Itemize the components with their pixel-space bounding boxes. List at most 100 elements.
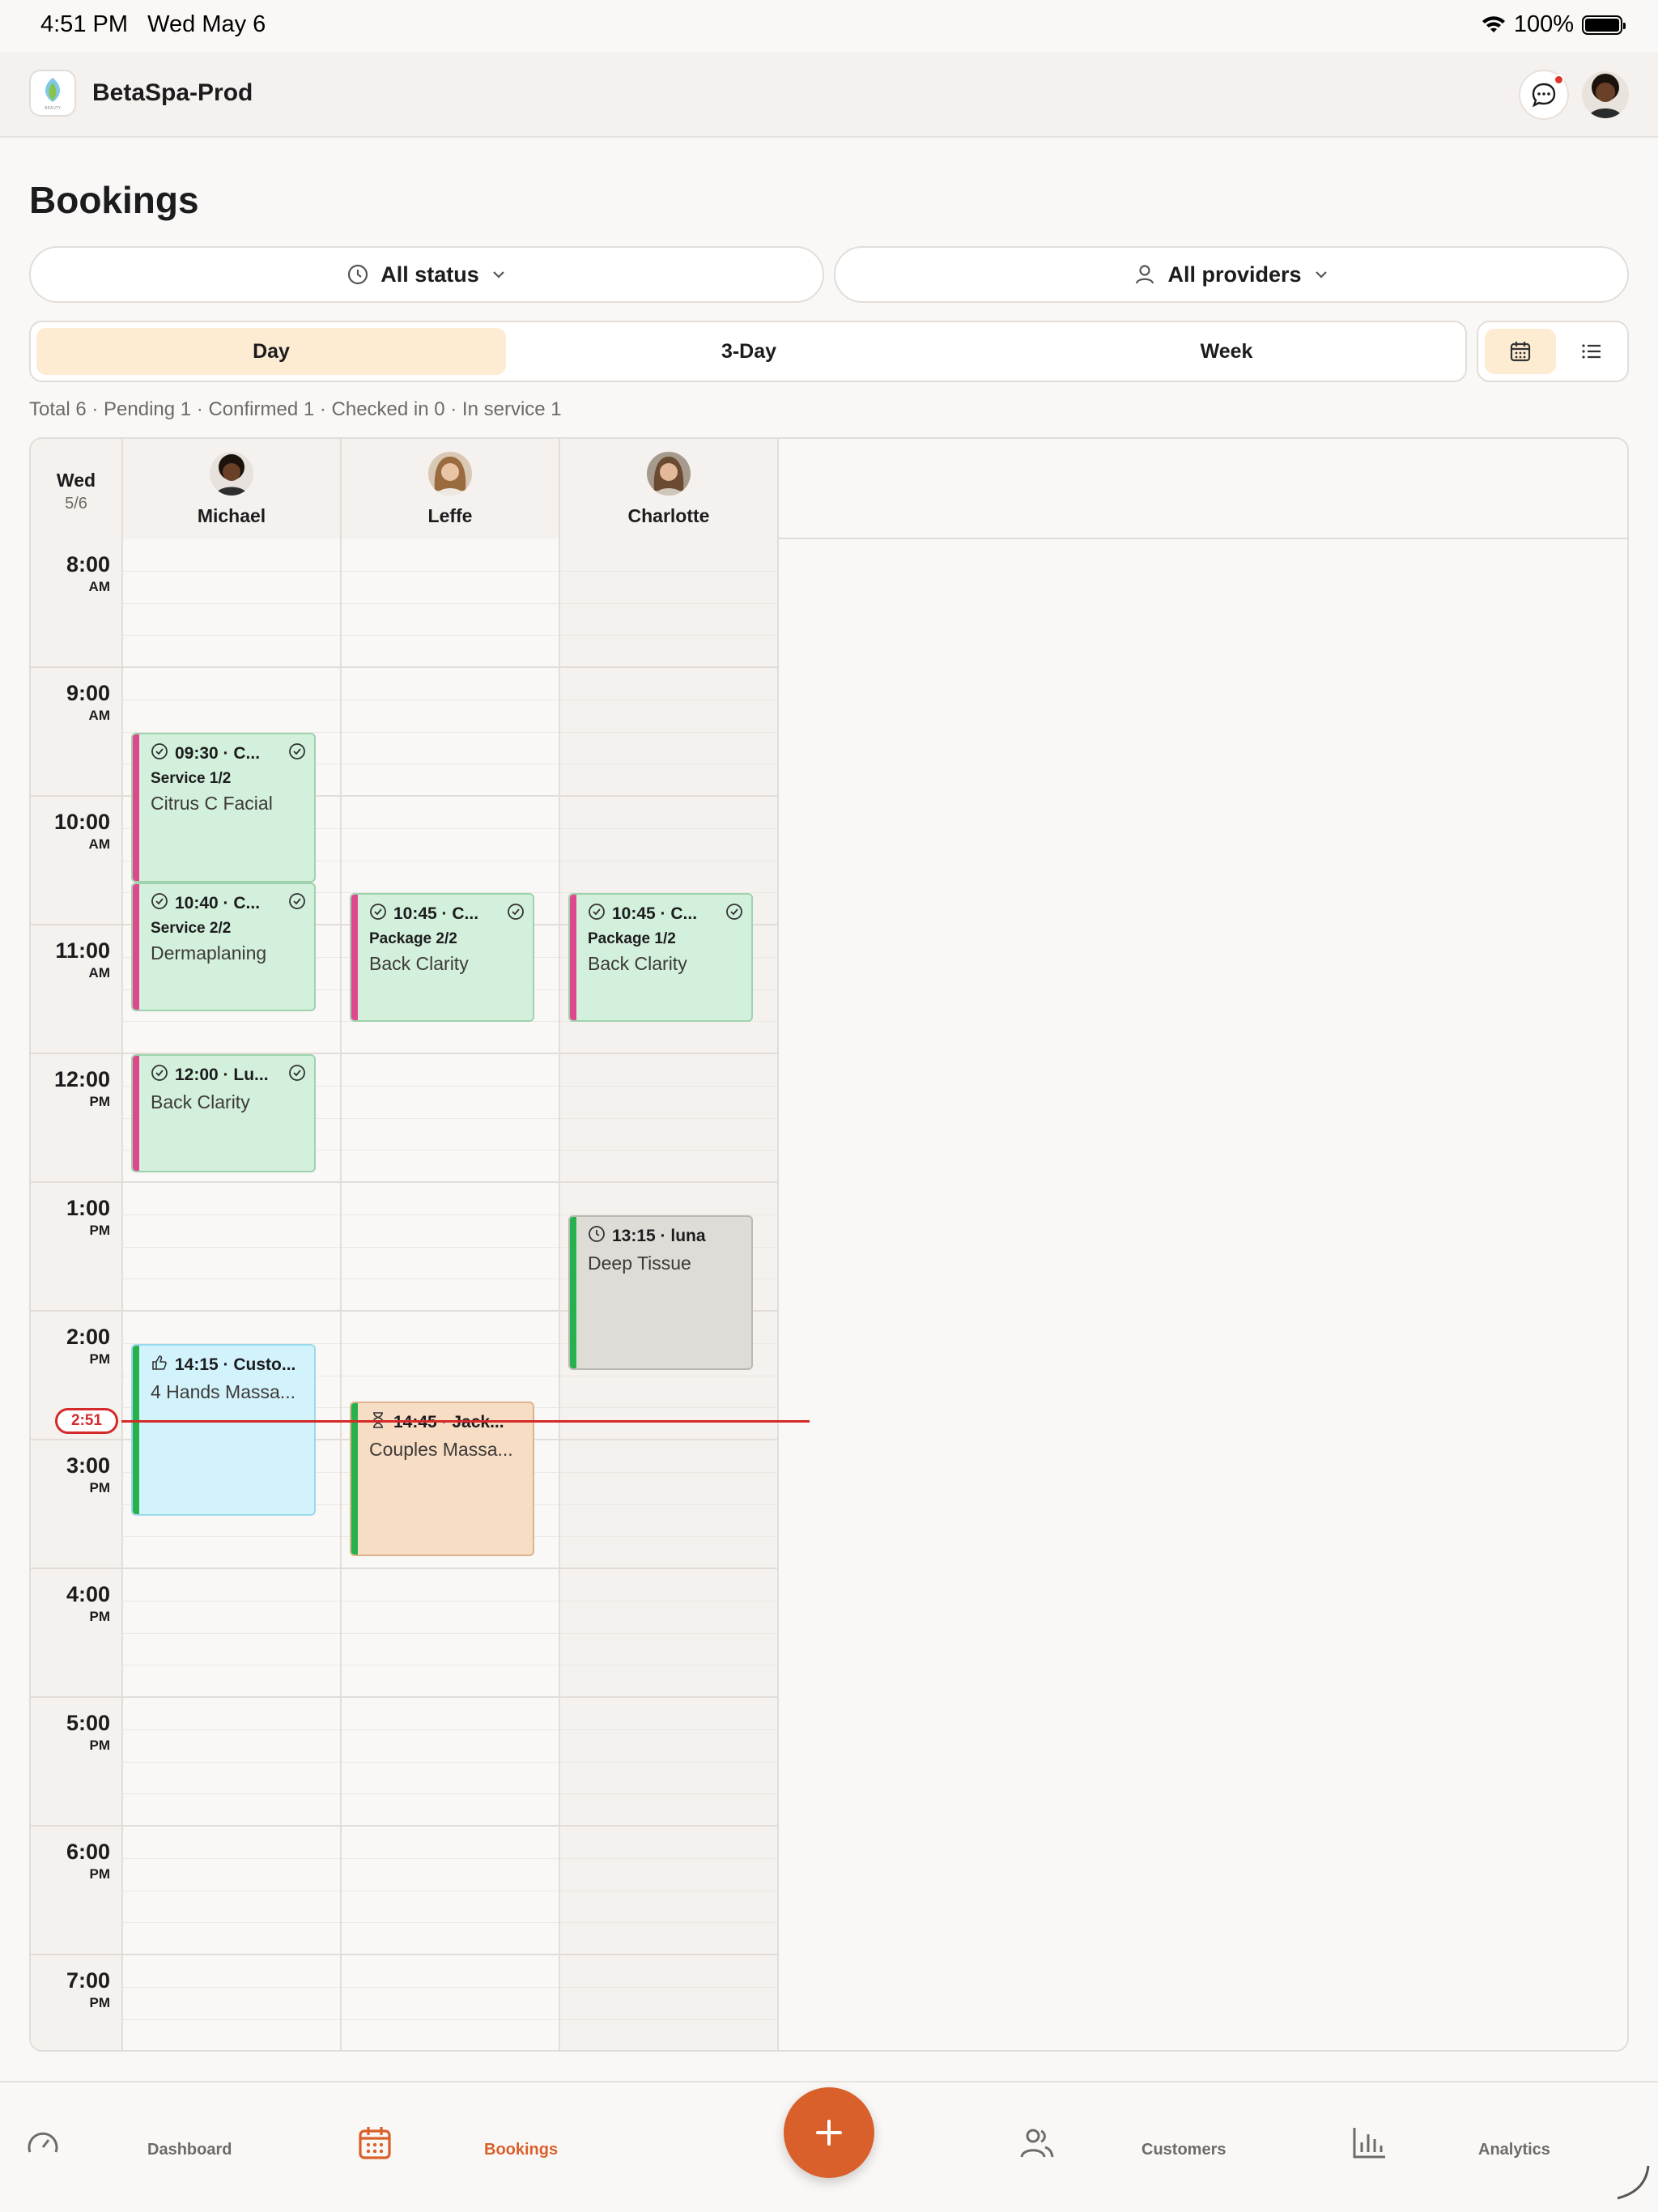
provider-header-michael[interactable]: Michael — [123, 439, 342, 539]
time-slot[interactable] — [342, 1022, 559, 1054]
time-slot[interactable] — [560, 1634, 777, 1666]
time-slot[interactable] — [560, 1988, 777, 2020]
add-booking-button[interactable] — [784, 2087, 874, 2178]
time-slot[interactable] — [342, 1215, 559, 1248]
time-slot[interactable] — [123, 1827, 340, 1859]
time-slot[interactable] — [342, 1087, 559, 1119]
time-slot[interactable] — [123, 604, 340, 636]
time-slot[interactable] — [560, 1183, 777, 1215]
tab-bookings[interactable]: Bookings — [484, 2141, 558, 2159]
time-slot[interactable] — [342, 539, 559, 572]
time-slot[interactable] — [342, 604, 559, 636]
time-slot[interactable] — [342, 797, 559, 829]
users-icon[interactable] — [1017, 2123, 1057, 2163]
tab-analytics[interactable]: Analytics — [1478, 2141, 1550, 2159]
providers-filter[interactable]: All providers — [834, 246, 1629, 303]
time-slot[interactable] — [123, 1312, 340, 1344]
booking-card[interactable]: 14:15 · Custo... 4 Hands Massa... — [131, 1343, 316, 1516]
time-slot[interactable] — [123, 572, 340, 604]
time-slot[interactable] — [560, 1763, 777, 1795]
time-slot[interactable] — [342, 700, 559, 733]
provider-header-charlotte[interactable]: Charlotte — [560, 439, 779, 539]
provider-header-leffe[interactable]: Leffe — [342, 439, 560, 539]
time-slot[interactable] — [342, 2020, 559, 2051]
time-slot[interactable] — [123, 1988, 340, 2020]
time-slot[interactable] — [560, 572, 777, 604]
time-slot[interactable] — [560, 604, 777, 636]
time-slot[interactable] — [560, 1505, 777, 1538]
time-slot[interactable] — [123, 2020, 340, 2051]
time-slot[interactable] — [123, 1763, 340, 1795]
time-slot[interactable] — [123, 1955, 340, 1988]
time-slot[interactable] — [342, 1698, 559, 1730]
user-avatar[interactable] — [1582, 71, 1629, 118]
messages-button[interactable] — [1519, 70, 1569, 120]
time-slot[interactable] — [342, 829, 559, 861]
time-slot[interactable] — [342, 572, 559, 604]
time-slot[interactable] — [560, 2020, 777, 2051]
time-slot[interactable] — [123, 668, 340, 700]
booking-card[interactable]: 14:45 · Jack... Couples Massa... — [350, 1402, 534, 1557]
time-slot[interactable] — [342, 1827, 559, 1859]
booking-card[interactable]: 09:30 · C... Service 1/2 Citrus C Facial — [131, 732, 316, 883]
time-slot[interactable] — [123, 636, 340, 668]
time-slot[interactable] — [342, 1988, 559, 2020]
time-slot[interactable] — [560, 1087, 777, 1119]
time-slot[interactable] — [342, 1730, 559, 1763]
time-slot[interactable] — [342, 1634, 559, 1666]
time-slot[interactable] — [123, 1698, 340, 1730]
time-slot[interactable] — [560, 700, 777, 733]
time-slot[interactable] — [123, 1215, 340, 1248]
time-slot[interactable] — [123, 1602, 340, 1634]
booking-card[interactable]: 12:00 · Lu... Back Clarity — [131, 1054, 316, 1172]
time-slot[interactable] — [123, 1891, 340, 1924]
time-slot[interactable] — [560, 1827, 777, 1859]
booking-card[interactable]: 10:40 · C... Service 2/2 Dermaplaning — [131, 883, 316, 1011]
gauge-icon[interactable] — [23, 2123, 63, 2163]
calendar-icon[interactable] — [355, 2123, 395, 2163]
list-view-button[interactable] — [1556, 329, 1627, 374]
time-slot[interactable] — [342, 1569, 559, 1602]
time-slot[interactable] — [123, 1569, 340, 1602]
time-slot[interactable] — [560, 1794, 777, 1827]
time-slot[interactable] — [560, 1473, 777, 1505]
time-slot[interactable] — [560, 1408, 777, 1440]
time-slot[interactable] — [342, 1054, 559, 1087]
status-filter[interactable]: All status — [29, 246, 824, 303]
time-slot[interactable] — [560, 1440, 777, 1473]
time-slot[interactable] — [123, 1279, 340, 1312]
time-slot[interactable] — [560, 1537, 777, 1569]
time-slot[interactable] — [560, 829, 777, 861]
tab-3-day[interactable]: 3-Day — [514, 328, 984, 375]
time-slot[interactable] — [342, 733, 559, 765]
time-slot[interactable] — [342, 1248, 559, 1280]
time-slot[interactable] — [560, 1119, 777, 1151]
time-slot[interactable] — [342, 1151, 559, 1183]
time-slot[interactable] — [560, 1891, 777, 1924]
time-slot[interactable] — [342, 1312, 559, 1344]
time-slot[interactable] — [342, 636, 559, 668]
time-slot[interactable] — [123, 1665, 340, 1698]
time-slot[interactable] — [342, 1279, 559, 1312]
time-slot[interactable] — [342, 1891, 559, 1924]
time-slot[interactable] — [560, 1665, 777, 1698]
time-slot[interactable] — [123, 1859, 340, 1891]
time-slot[interactable] — [123, 1794, 340, 1827]
time-slot[interactable] — [560, 1730, 777, 1763]
time-slot[interactable] — [123, 1634, 340, 1666]
time-slot[interactable] — [560, 797, 777, 829]
time-slot[interactable] — [560, 1955, 777, 1988]
tab-day[interactable]: Day — [36, 328, 506, 375]
time-slot[interactable] — [560, 1151, 777, 1183]
calendar-view-button[interactable] — [1485, 329, 1556, 374]
time-slot[interactable] — [560, 733, 777, 765]
tab-week[interactable]: Week — [992, 328, 1461, 375]
time-slot[interactable] — [560, 539, 777, 572]
time-slot[interactable] — [342, 1794, 559, 1827]
time-slot[interactable] — [560, 636, 777, 668]
bar-chart-icon[interactable] — [1349, 2123, 1389, 2163]
time-slot[interactable] — [342, 861, 559, 894]
time-slot[interactable] — [560, 1923, 777, 1955]
time-slot[interactable] — [123, 1730, 340, 1763]
time-slot[interactable] — [342, 1923, 559, 1955]
